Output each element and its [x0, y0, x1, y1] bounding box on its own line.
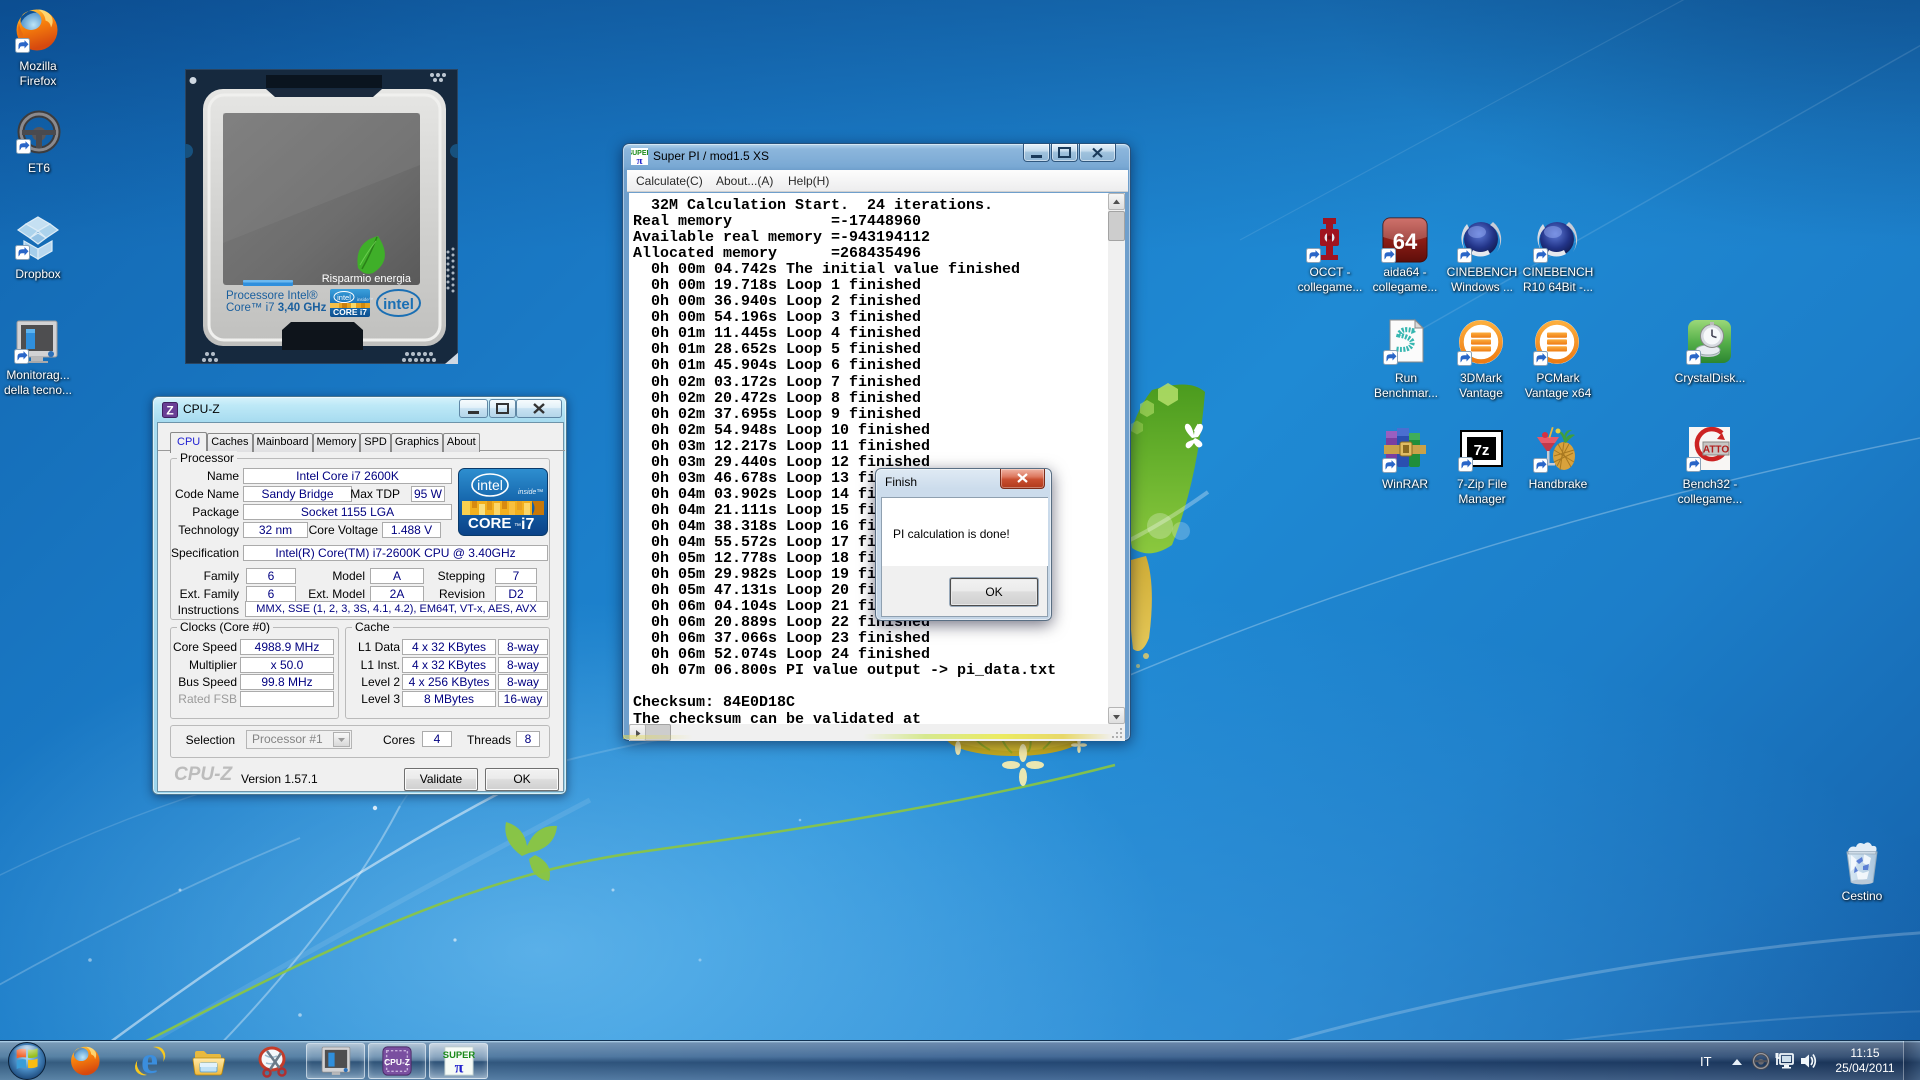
svg-text:π: π	[636, 155, 642, 165]
svg-text:π: π	[454, 1059, 463, 1076]
svg-text:ATTO: ATTO	[1703, 445, 1730, 456]
svg-text:64: 64	[1393, 229, 1418, 254]
svg-text:intel: intel	[383, 296, 414, 313]
svg-text:Z: Z	[166, 404, 173, 418]
svg-text:CORE i7: CORE i7	[333, 307, 367, 317]
svg-text:Risparmio energia: Risparmio energia	[322, 273, 412, 285]
svg-text:intel: intel	[477, 477, 503, 493]
svg-text:CPU-Z: CPU-Z	[384, 1057, 410, 1067]
svg-text:7z: 7z	[1474, 442, 1490, 459]
svg-text:™: ™	[514, 523, 521, 530]
svg-text:Processore Intel®: Processore Intel®	[226, 290, 318, 302]
svg-text:Core™ i7 3,40 GHz: Core™ i7 3,40 GHz	[226, 302, 327, 314]
svg-text:intel: intel	[337, 293, 351, 302]
svg-text:inside™: inside™	[357, 297, 373, 302]
svg-text:CORE: CORE	[468, 515, 511, 532]
svg-text:i7: i7	[521, 516, 534, 533]
svg-text:inside™: inside™	[518, 489, 543, 496]
svg-text:e: e	[141, 1044, 158, 1078]
